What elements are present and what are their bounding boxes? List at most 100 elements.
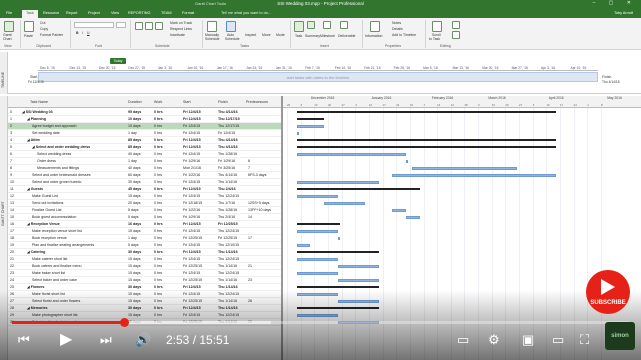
cut-button[interactable]: Cut [40, 21, 45, 25]
start-cell[interactable]: Fri 12/4/15 [183, 110, 201, 114]
work-cell[interactable]: 0 hrs [154, 180, 162, 184]
task-icon[interactable] [294, 21, 304, 32]
duration-cell[interactable]: 60 days [128, 173, 141, 177]
finish-cell[interactable]: Thu 12/17/15 [218, 124, 239, 128]
insert-deliverable-button[interactable]: Deliverable [338, 34, 356, 38]
start-cell[interactable]: Fri 12/4/15 [183, 313, 200, 317]
manually-schedule-icon[interactable] [207, 21, 217, 32]
underline-icon[interactable]: U [87, 31, 90, 35]
table-row[interactable]: 13 Send out invitations 20 days 0 hrs Fri 12… [8, 200, 281, 207]
task-bar[interactable] [324, 201, 365, 205]
row-id[interactable]: 1 [10, 117, 12, 121]
start-cell[interactable]: Fri 12/25/15 [183, 278, 202, 282]
work-cell[interactable]: 0 hrs [154, 299, 162, 303]
task-name-cell[interactable]: Book guest accommodation [32, 215, 76, 219]
start-cell[interactable]: Fri 1/29/16 [183, 159, 200, 163]
finish-cell[interactable]: Thu 1/14/16 [218, 299, 237, 303]
predecessors-cell[interactable]: 26 [248, 299, 252, 303]
move-button[interactable]: Move [262, 33, 271, 37]
work-cell[interactable]: 0 hrs [154, 117, 163, 121]
task-name-cell[interactable]: Make photographer short list [32, 313, 78, 317]
col-task-name[interactable]: Task Name [30, 100, 48, 104]
start-cell[interactable]: Fri 12/25/15 [183, 236, 202, 240]
table-row[interactable]: 6 Select wedding dress 40 days 0 hrs Fri 12/… [8, 151, 281, 158]
captions-icon[interactable]: ▭ [457, 332, 469, 348]
finish-cell[interactable]: Thu 2/4/16 [218, 187, 236, 191]
table-row[interactable]: 1 ◢ Planning 10 days 0 hrs Fri 12/4/15 Thu 12… [8, 116, 281, 123]
predecessors-cell[interactable]: 23 [248, 278, 252, 282]
finish-cell[interactable]: Thu 4/14/16 [218, 145, 238, 149]
start-cell[interactable]: Fri 12/4/15 [183, 243, 200, 247]
row-id[interactable]: 16 [10, 222, 14, 226]
miniplayer-icon[interactable]: ▣ [522, 332, 534, 348]
insert-milestone-button[interactable]: Milestone [320, 34, 335, 38]
scroll-to-task-icon[interactable] [432, 21, 442, 32]
find-icon[interactable] [452, 21, 460, 29]
auto-schedule-icon[interactable] [226, 21, 236, 32]
col-finish[interactable]: Finish [218, 100, 228, 104]
task-bar[interactable] [337, 299, 379, 303]
duration-cell[interactable]: 45 days [128, 187, 141, 191]
task-bar[interactable] [405, 215, 420, 219]
task-name-cell[interactable]: ◢ Attire [27, 138, 40, 142]
start-cell[interactable]: Fri 12/18/15 [183, 201, 202, 205]
theater-mode-icon[interactable]: ▭ [552, 332, 564, 348]
copy-button[interactable]: Copy [40, 27, 48, 31]
volume-icon[interactable]: 🔊 [135, 332, 151, 348]
row-id[interactable]: 24 [10, 278, 14, 282]
task-bar[interactable] [411, 166, 518, 170]
finish-cell[interactable]: Thu 12/24/15 [218, 271, 239, 275]
work-cell[interactable]: 0 hrs [154, 236, 162, 240]
task-bar[interactable] [296, 152, 406, 156]
start-cell[interactable]: Fri 12/4/15 [183, 292, 200, 296]
duration-cell[interactable]: 85 days [128, 138, 141, 142]
duration-cell[interactable]: 40 days [128, 166, 141, 170]
tell-me-search[interactable]: Tell me what you want to do... [221, 11, 271, 15]
table-row[interactable]: 3 Set wedding date 1 day 0 hrs Fri 12/4/15 Fr… [8, 130, 281, 137]
information-icon[interactable] [370, 21, 380, 32]
summary-bar[interactable] [296, 146, 557, 148]
duration-cell[interactable]: 1 day [128, 131, 137, 135]
work-cell[interactable]: 0 hrs [154, 145, 163, 149]
finish-cell[interactable]: Thu 4/14/16 [218, 138, 238, 142]
predecessors-cell[interactable]: 14 [248, 215, 252, 219]
duration-cell[interactable]: 15 days [128, 278, 141, 282]
work-cell[interactable]: 0 hrs [154, 138, 163, 142]
information-button[interactable]: Information [365, 34, 383, 38]
tab-view[interactable]: View [111, 11, 119, 15]
finish-cell[interactable]: Thu 12/10/15 [218, 243, 239, 247]
task-name-cell[interactable]: Measurements and fittings [37, 166, 79, 170]
milestone-icon[interactable] [323, 21, 331, 29]
predecessors-cell[interactable]: 6FS-3 days [248, 173, 266, 177]
finish-cell[interactable]: Thu 2/4/16 [218, 215, 235, 219]
duration-cell[interactable]: 15 days [128, 257, 141, 261]
table-row[interactable]: 16 ◢ Reception Venue 16 days 0 hrs Fri 12/4/… [8, 221, 281, 228]
table-row[interactable]: 8 Measurements and fittings 40 days 0 hrs Mo… [8, 165, 281, 172]
predecessors-cell[interactable]: 13FF+10 days [248, 208, 271, 212]
work-cell[interactable]: 0 hrs [154, 124, 162, 128]
bold-icon[interactable]: B [76, 31, 79, 35]
start-cell[interactable]: Fri 12/4/15 [183, 152, 200, 156]
duration-cell[interactable]: 15 days [128, 271, 141, 275]
tab-file[interactable]: File [6, 11, 12, 15]
start-cell[interactable]: Fri 12/4/15 [183, 222, 201, 226]
previous-icon[interactable]: ⏮ [18, 332, 30, 348]
task-name-cell[interactable]: Select and order bridesmaid dresses [32, 173, 91, 177]
task-name-cell[interactable]: ◢ SSI Wedding 03 [22, 110, 53, 114]
task-name-cell[interactable]: Make caterer short list [32, 257, 67, 261]
clear-icon[interactable] [452, 31, 460, 39]
row-id[interactable]: 17 [10, 229, 14, 233]
task-name-cell[interactable]: Book reception venue [32, 236, 67, 240]
work-cell[interactable]: 0 hrs [154, 131, 162, 135]
task-name-cell[interactable]: Select florist and order flowers [32, 299, 80, 303]
task-bar[interactable] [296, 271, 338, 275]
tab-format[interactable]: Format [182, 11, 194, 15]
task-bar[interactable] [296, 194, 338, 198]
start-cell[interactable]: Fri 1/29/16 [183, 215, 200, 219]
row-id[interactable]: 3 [10, 131, 12, 135]
finish-cell[interactable]: Thu 1/14/16 [218, 264, 237, 268]
start-cell[interactable]: Fri 12/4/15 [183, 138, 201, 142]
duration-cell[interactable]: 40 days [128, 152, 141, 156]
work-cell[interactable]: 0 hrs [154, 306, 163, 310]
table-row[interactable]: 27 Select florist and order flowers 15 day… [8, 298, 281, 305]
